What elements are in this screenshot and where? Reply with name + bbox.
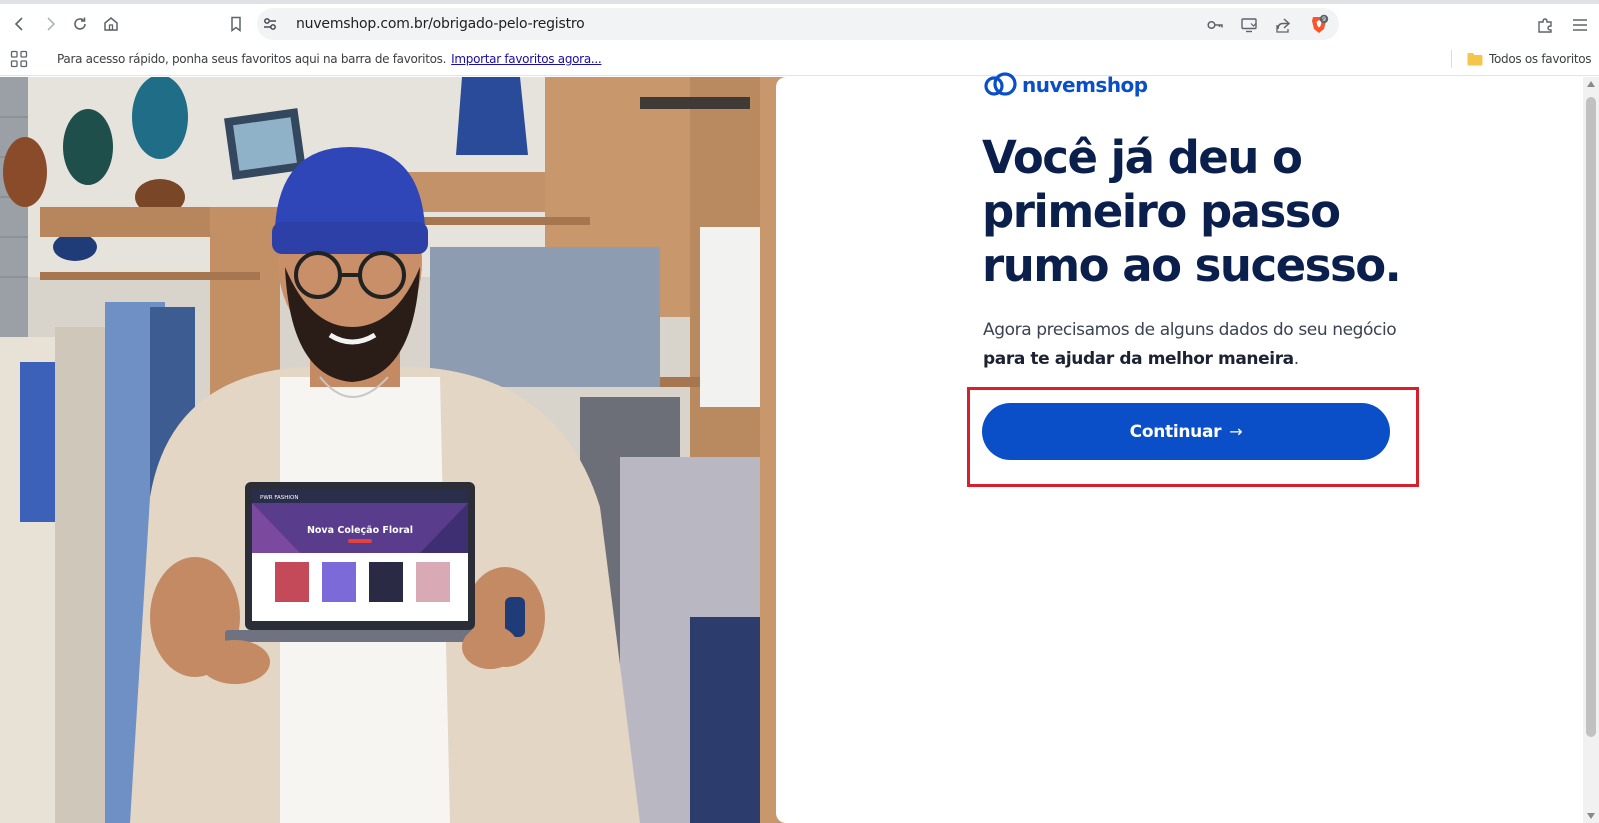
subtext-plain: Agora precisamos de alguns dados do seu … — [983, 320, 1397, 340]
reload-icon — [74, 17, 86, 30]
bookmarks-hint: Para acesso rápido, ponha seus favoritos… — [57, 52, 602, 66]
bookmark-icon — [231, 16, 241, 32]
url-text[interactable]: nuvemshop.com.br/obrigado-pelo-registro — [296, 16, 585, 32]
hero-photo: PWR FASHION Nova Coleção Floral — [0, 77, 790, 823]
forward-arrow-icon — [47, 17, 56, 31]
continue-button[interactable]: Continuar → — [982, 403, 1390, 460]
forward-button[interactable] — [38, 12, 62, 36]
continue-button-label: Continuar — [1129, 421, 1222, 442]
bookmark-page-button[interactable] — [224, 12, 248, 36]
site-settings-icon[interactable] — [262, 16, 278, 32]
page-headline: Você já deu o primeiro passo rumo ao suc… — [982, 131, 1452, 293]
subtext-end: . — [1293, 349, 1299, 369]
back-arrow-icon — [14, 17, 23, 31]
install-app-icon[interactable] — [1240, 16, 1258, 34]
arrow-right-icon: → — [1229, 422, 1243, 441]
page-scrollbar[interactable] — [1583, 77, 1599, 823]
reload-button[interactable] — [68, 12, 92, 36]
brave-shields-icon[interactable]: 9 — [1309, 14, 1329, 34]
bookmarks-hint-text: Para acesso rápido, ponha seus favoritos… — [57, 52, 447, 66]
share-icon[interactable] — [1274, 16, 1292, 34]
all-bookmarks-button[interactable]: Todos os favoritos — [1489, 52, 1592, 66]
brand-name: nuvemshop — [1022, 73, 1148, 97]
scrollbar-thumb[interactable] — [1586, 97, 1596, 737]
folder-icon — [1467, 53, 1483, 66]
scroll-down-arrow-icon[interactable] — [1587, 813, 1595, 819]
svg-text:PWR FASHION: PWR FASHION — [260, 495, 298, 501]
password-key-icon[interactable] — [1206, 16, 1224, 34]
page-subtext: Agora precisamos de alguns dados do seu … — [983, 316, 1413, 374]
nuvemshop-logo[interactable]: nuvemshop — [983, 72, 1148, 98]
headline-line-2: primeiro passo — [982, 185, 1341, 238]
nuvemshop-cloud-icon — [984, 72, 1017, 96]
headline-line-1: Você já deu o — [982, 131, 1303, 184]
home-button[interactable] — [99, 12, 123, 36]
svg-text:Nova Coleção Floral: Nova Coleção Floral — [307, 525, 413, 536]
apps-grid-icon[interactable] — [10, 50, 28, 68]
bookmarks-separator — [1451, 50, 1452, 68]
scroll-up-arrow-icon[interactable] — [1587, 81, 1595, 87]
subtext-bold: para te ajudar da melhor maneira — [983, 349, 1294, 369]
import-bookmarks-link[interactable]: Importar favoritos agora... — [451, 52, 602, 66]
store-owner-illustration: PWR FASHION Nova Coleção Floral — [0, 77, 790, 823]
svg-text:9: 9 — [1322, 16, 1326, 23]
menu-hamburger-icon[interactable] — [1571, 16, 1589, 34]
extensions-puzzle-icon[interactable] — [1536, 16, 1554, 34]
headline-line-3: rumo ao sucesso. — [982, 239, 1402, 292]
back-button[interactable] — [8, 12, 32, 36]
bookmarks-bar: Para acesso rápido, ponha seus favoritos… — [0, 42, 1599, 76]
browser-toolbar: nuvemshop.com.br/obrigado-pelo-registro … — [0, 4, 1599, 42]
home-icon — [104, 17, 118, 31]
